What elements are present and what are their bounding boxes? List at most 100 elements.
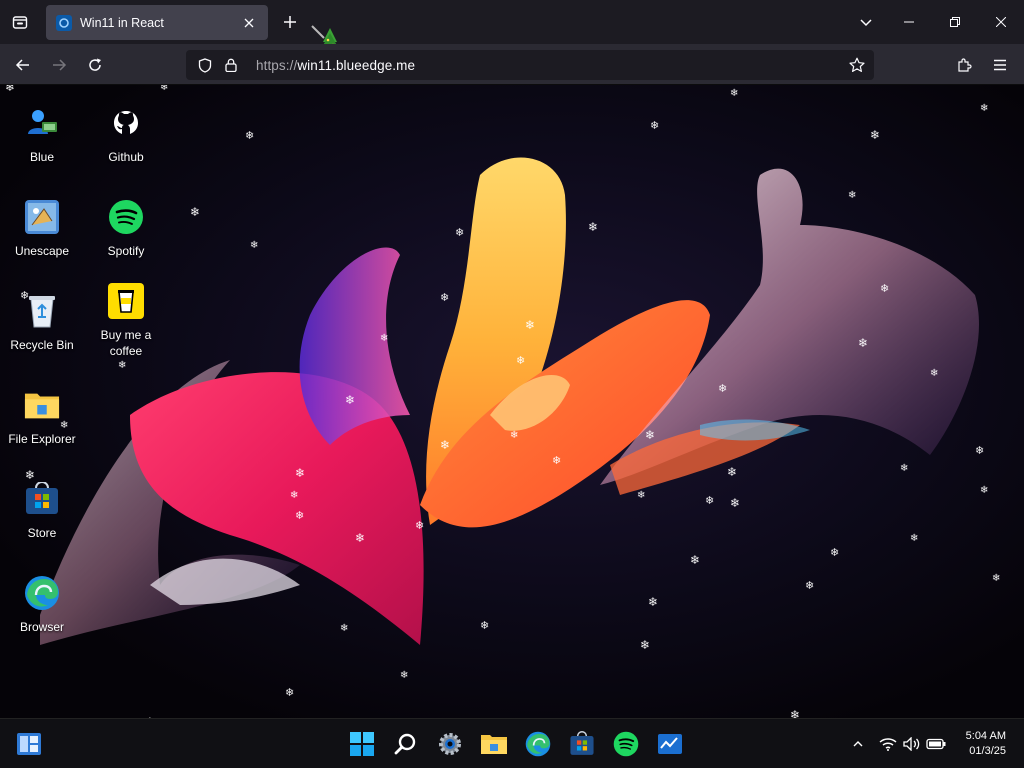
desktop-icon-github[interactable]: Github xyxy=(84,105,168,165)
snowflake-icon: ❄ xyxy=(870,128,881,142)
url-scheme: https:// xyxy=(256,57,298,73)
snowflake-icon: ❄ xyxy=(880,282,890,295)
unescape-icon xyxy=(24,199,60,235)
tab-title: Win11 in React xyxy=(80,15,164,30)
desktop-icon-label: Buy me a coffee xyxy=(100,328,152,358)
desktop-icon-file-explorer[interactable]: File Explorer xyxy=(0,387,84,447)
github-icon xyxy=(108,105,144,141)
snowflake-icon: ❄ xyxy=(730,496,741,510)
blue-user-icon xyxy=(24,105,60,141)
snowflake-icon: ❄ xyxy=(380,333,389,344)
taskbar-whiteboard[interactable] xyxy=(648,727,692,761)
snowflake-icon: ❄ xyxy=(588,220,599,234)
minimize-button[interactable] xyxy=(886,0,932,44)
snowflake-icon: ❄ xyxy=(415,519,425,532)
bookmark-button[interactable] xyxy=(846,54,868,76)
puzzle-icon xyxy=(958,58,972,72)
taskbar-settings[interactable] xyxy=(428,727,472,761)
desktop-icon-label: File Explorer xyxy=(8,432,76,446)
tab-win11[interactable]: Win11 in React xyxy=(46,5,268,40)
firefox-view-button[interactable] xyxy=(6,8,34,36)
spotify-icon xyxy=(613,731,639,757)
desktop-icon-recycle-bin[interactable]: Recycle Bin xyxy=(0,293,84,353)
snowflake-icon: ❄ xyxy=(345,393,356,407)
site-info-button[interactable] xyxy=(220,54,242,76)
snowflake-icon: ❄ xyxy=(245,129,255,142)
taskbar-file-explorer[interactable] xyxy=(472,727,516,761)
restore-icon xyxy=(950,17,960,27)
taskbar-edge[interactable] xyxy=(516,727,560,761)
star-icon xyxy=(849,57,865,72)
new-tab-button[interactable] xyxy=(276,8,304,36)
desktop-icon-label: Store xyxy=(27,526,57,540)
close-window-button[interactable] xyxy=(978,0,1024,44)
app-menu-button[interactable] xyxy=(985,50,1015,80)
snowflake-icon: ❄ xyxy=(930,368,939,379)
snowflake-icon: ❄ xyxy=(648,595,659,609)
desktop[interactable]: Blue Github Unescape Spotify Recycle Bin… xyxy=(0,85,1024,718)
volume-button[interactable] xyxy=(900,733,924,755)
snowflake-icon: ❄ xyxy=(510,430,519,441)
shield-icon xyxy=(198,57,212,73)
snowflake-icon: ❄ xyxy=(285,686,295,699)
lock-icon xyxy=(225,58,237,72)
snowflake-icon: ❄ xyxy=(295,509,305,522)
snowflake-icon: ❄ xyxy=(980,103,989,114)
snowflake-icon: ❄ xyxy=(718,382,728,395)
taskbar-store[interactable] xyxy=(560,727,604,761)
snowflake-icon: ❄ xyxy=(910,533,919,544)
settings-icon xyxy=(439,733,461,755)
extensions-button[interactable] xyxy=(949,50,979,80)
minimize-icon xyxy=(904,21,914,23)
search-icon xyxy=(394,733,416,755)
snowflake-icon: ❄ xyxy=(355,531,366,545)
snowflake-icon: ❄ xyxy=(190,205,201,219)
snowflake-icon: ❄ xyxy=(5,85,16,94)
taskbar-spotify[interactable] xyxy=(604,727,648,761)
win11-favicon-icon xyxy=(56,14,72,31)
widgets-button[interactable] xyxy=(16,731,42,757)
desktop-icon-buy-me-a-coffee[interactable]: Buy me a coffee xyxy=(84,283,168,359)
arrow-right-icon xyxy=(53,59,67,71)
address-bar[interactable]: https://win11.blueedge.me xyxy=(186,50,874,80)
taskbar: 5:04 AM 01/3/25 xyxy=(0,718,1024,768)
snowflake-icon: ❄ xyxy=(160,85,169,93)
desktop-icon-browser[interactable]: Browser xyxy=(0,575,84,635)
snowflake-icon: ❄ xyxy=(295,466,306,480)
snowflake-icon: ❄ xyxy=(440,291,450,304)
snowflake-icon: ❄ xyxy=(440,438,451,452)
forward-button[interactable] xyxy=(44,50,74,80)
search-button[interactable] xyxy=(384,727,428,761)
snowflake-icon: ❄ xyxy=(705,494,715,507)
start-button[interactable] xyxy=(340,727,384,761)
battery-button[interactable] xyxy=(924,733,948,755)
snowflake-icon: ❄ xyxy=(848,190,857,201)
show-hidden-icons-button[interactable] xyxy=(846,733,870,755)
wifi-button[interactable] xyxy=(876,733,900,755)
wallpaper-bloom-art xyxy=(40,157,979,645)
chevron-down-icon xyxy=(860,19,872,27)
navigation-toolbar: https://win11.blueedge.me xyxy=(0,44,1024,85)
back-button[interactable] xyxy=(8,50,38,80)
snowflake-icon: ❄ xyxy=(400,670,409,681)
desktop-icon-blue[interactable]: Blue xyxy=(0,105,84,165)
restore-button[interactable] xyxy=(932,0,978,44)
list-all-tabs-button[interactable] xyxy=(852,8,880,36)
tracking-protection-button[interactable] xyxy=(194,54,216,76)
taskbar-clock[interactable]: 5:04 AM 01/3/25 xyxy=(966,729,1006,759)
snowflake-icon: ❄ xyxy=(640,638,651,652)
folder-icon xyxy=(24,387,60,423)
snowflake-icon: ❄ xyxy=(858,336,869,350)
snowflake-icon: ❄ xyxy=(975,444,985,457)
desktop-icon-store[interactable]: Store xyxy=(0,481,84,541)
system-tray xyxy=(846,733,948,755)
snowflake-icon: ❄ xyxy=(645,428,656,442)
snowflake-icon: ❄ xyxy=(830,546,840,559)
reload-button[interactable] xyxy=(80,50,110,80)
desktop-icon-spotify[interactable]: Spotify xyxy=(84,199,168,259)
chevron-up-icon xyxy=(853,741,863,747)
tab-close-button[interactable] xyxy=(240,14,258,32)
desktop-icon-label: Browser xyxy=(19,620,64,634)
spotify-icon xyxy=(108,199,144,235)
desktop-icon-unescape[interactable]: Unescape xyxy=(0,199,84,259)
